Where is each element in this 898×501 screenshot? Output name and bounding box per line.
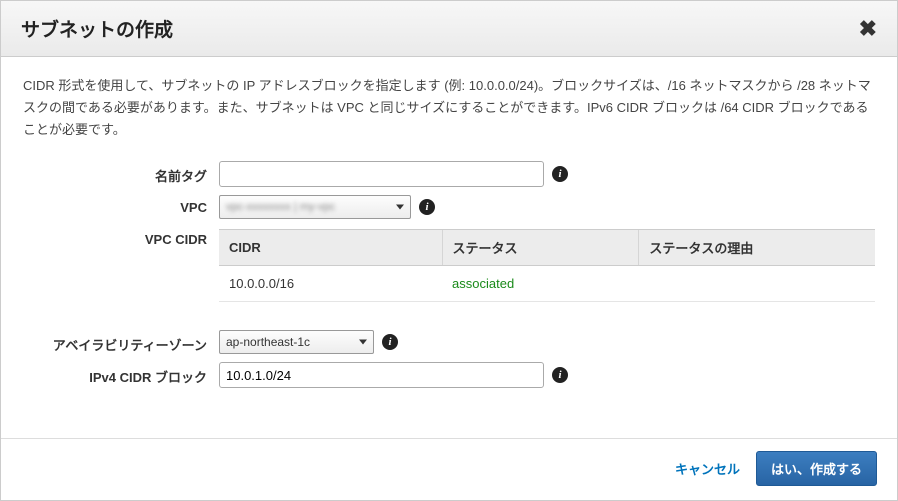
name-tag-input[interactable]: [219, 161, 544, 187]
table-row: 10.0.0.0/16 associated: [219, 266, 875, 302]
info-icon[interactable]: i: [552, 367, 568, 383]
cell-cidr: 10.0.0.0/16: [219, 266, 442, 302]
create-subnet-dialog: サブネットの作成 ✖ CIDR 形式を使用して、サブネットの IP アドレスブロ…: [0, 0, 898, 501]
vpc-select[interactable]: vpc-xxxxxxxx | my-vpc: [219, 195, 411, 219]
table-header-row: CIDR ステータス ステータスの理由: [219, 230, 875, 266]
row-vpc-cidr: VPC CIDR CIDR ステータス ステータスの理由 10.0.0.0/16…: [23, 227, 875, 322]
vpc-cidr-table: CIDR ステータス ステータスの理由 10.0.0.0/16 associat…: [219, 229, 875, 302]
info-icon[interactable]: i: [382, 334, 398, 350]
label-vpc-cidr: VPC CIDR: [23, 227, 219, 247]
chevron-down-icon: [359, 340, 367, 345]
az-select[interactable]: ap-northeast-1c: [219, 330, 374, 354]
control-name-tag: i: [219, 161, 875, 187]
info-icon[interactable]: i: [552, 166, 568, 182]
ipv4-cidr-input[interactable]: [219, 362, 544, 388]
control-vpc: vpc-xxxxxxxx | my-vpc i: [219, 195, 875, 219]
label-az: アベイラビリティーゾーン: [23, 330, 219, 354]
dialog-header: サブネットの作成 ✖: [1, 1, 897, 57]
dialog-title: サブネットの作成: [21, 15, 173, 42]
cell-reason: [639, 266, 875, 302]
create-button[interactable]: はい、作成する: [756, 451, 877, 486]
description-text: CIDR 形式を使用して、サブネットの IP アドレスブロックを指定します (例…: [23, 75, 875, 141]
control-az: ap-northeast-1c i: [219, 330, 875, 354]
label-name-tag: 名前タグ: [23, 161, 219, 185]
close-icon: ✖: [859, 16, 877, 41]
label-vpc: VPC: [23, 195, 219, 215]
info-icon[interactable]: i: [419, 199, 435, 215]
vpc-cidr-table-wrap: CIDR ステータス ステータスの理由 10.0.0.0/16 associat…: [219, 227, 875, 322]
vpc-selected-value: vpc-xxxxxxxx | my-vpc: [226, 201, 335, 213]
dialog-footer: キャンセル はい、作成する: [1, 438, 897, 500]
row-vpc: VPC vpc-xxxxxxxx | my-vpc i: [23, 195, 875, 219]
row-name-tag: 名前タグ i: [23, 161, 875, 187]
chevron-down-icon: [396, 205, 404, 210]
th-cidr: CIDR: [219, 230, 442, 266]
th-status: ステータス: [442, 230, 639, 266]
row-az: アベイラビリティーゾーン ap-northeast-1c i: [23, 330, 875, 354]
az-selected-value: ap-northeast-1c: [226, 335, 310, 349]
cancel-button[interactable]: キャンセル: [675, 459, 740, 478]
label-ipv4-cidr: IPv4 CIDR ブロック: [23, 362, 219, 386]
control-ipv4-cidr: i: [219, 362, 875, 388]
dialog-body: CIDR 形式を使用して、サブネットの IP アドレスブロックを指定します (例…: [1, 57, 897, 438]
cell-status: associated: [442, 266, 639, 302]
close-button[interactable]: ✖: [859, 18, 877, 40]
row-ipv4-cidr: IPv4 CIDR ブロック i: [23, 362, 875, 388]
th-reason: ステータスの理由: [639, 230, 875, 266]
